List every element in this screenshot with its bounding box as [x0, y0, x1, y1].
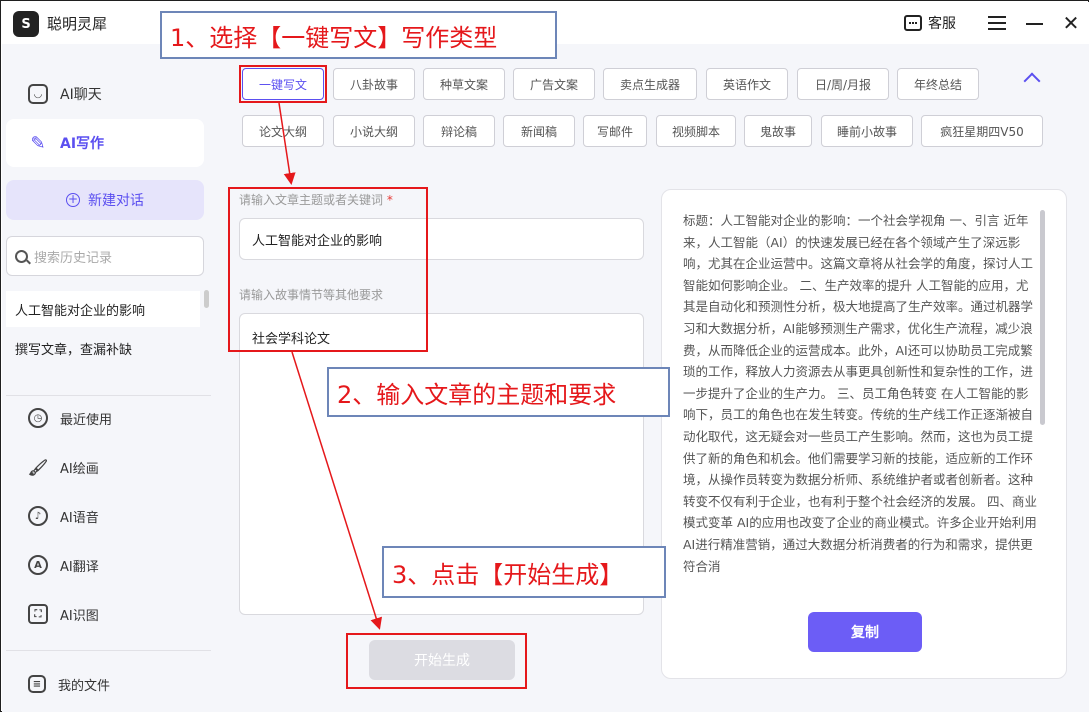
arrow-step2	[291, 351, 383, 630]
arrow-step1	[278, 102, 296, 185]
app-window: S 聪明灵犀 客服 ✕ ◡ AI聊天 ✎ AI写作 + 新建对话 搜索历史记录 …	[0, 0, 1089, 712]
annotation-arrows	[278, 102, 383, 630]
